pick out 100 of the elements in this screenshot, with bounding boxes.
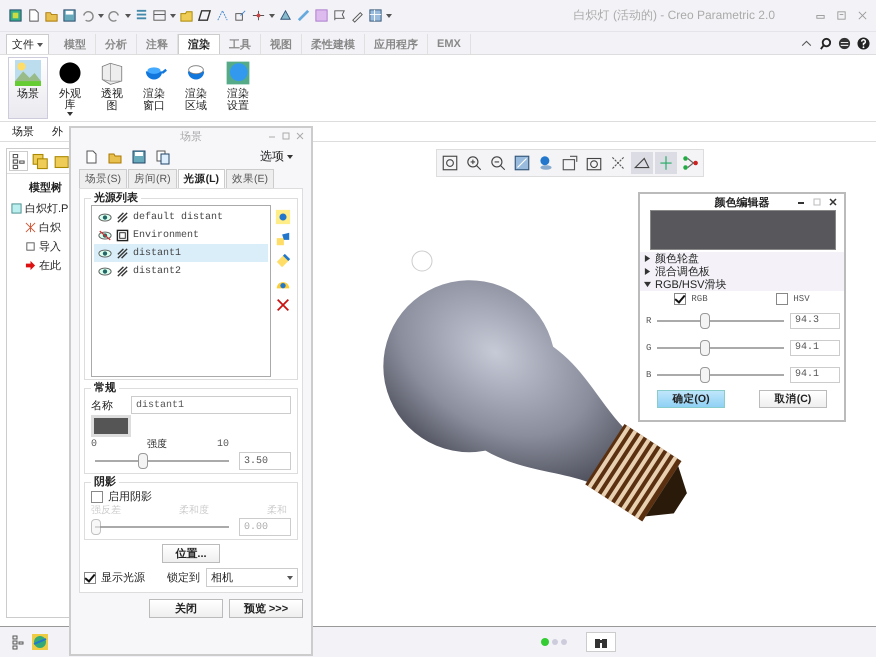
flag-icon[interactable]	[332, 8, 347, 23]
ribbon-button[interactable]: 渲染 设置	[218, 57, 258, 119]
help-icon[interactable]	[857, 36, 870, 50]
channel-slider[interactable]	[657, 366, 784, 382]
dialog-tab[interactable]: 光源(L)	[178, 169, 225, 188]
channel-slider[interactable]	[657, 312, 784, 328]
save-icon[interactable]	[131, 148, 147, 164]
caret-icon	[37, 42, 43, 46]
group-title: 常规	[93, 382, 117, 395]
eye-icon[interactable]	[98, 266, 112, 276]
window-icon[interactable]	[152, 8, 167, 23]
filled-circle-icon	[57, 60, 83, 86]
slider-thumb[interactable]	[700, 340, 710, 356]
ribbon-button[interactable]: 场景	[8, 57, 48, 119]
slider-thumb[interactable]	[700, 312, 710, 328]
caret-icon[interactable]	[386, 14, 392, 18]
group-label: 场景	[12, 125, 34, 139]
circle-handle	[411, 250, 433, 272]
parallel-rays-icon	[116, 210, 129, 224]
binoculars-icon[interactable]	[586, 632, 616, 652]
caret-icon	[287, 576, 293, 580]
copy-icon[interactable]	[155, 148, 171, 164]
dialog-tab[interactable]: 房间(R)	[128, 169, 177, 188]
options-menu[interactable]: 选项	[254, 147, 299, 166]
delete-icon[interactable]	[275, 297, 291, 313]
eye-icon[interactable]	[98, 248, 112, 258]
mode-checkbox[interactable]: RGB	[674, 293, 708, 305]
square-icon[interactable]	[314, 8, 329, 23]
ribbon-button[interactable]: 渲染 区域	[176, 57, 216, 119]
caret-icon[interactable]	[98, 14, 104, 18]
color-swatch[interactable]	[91, 415, 131, 437]
caret-icon[interactable]	[125, 14, 131, 18]
ribbon-button[interactable]: 外观 库	[50, 57, 90, 119]
intensity-slider[interactable]	[95, 453, 229, 469]
arrow-icon	[25, 260, 36, 271]
dialog-tab[interactable]: 效果(E)	[226, 169, 274, 188]
dialog-title: 场景	[180, 130, 202, 144]
box-icon	[25, 241, 36, 252]
dialog-button[interactable]: 确定(O)	[657, 390, 725, 408]
tree-icon[interactable]	[10, 152, 28, 170]
redo-icon[interactable]	[107, 8, 122, 23]
landscape-icon	[15, 60, 41, 86]
table-icon[interactable]	[368, 8, 383, 23]
channel-label: B	[646, 370, 652, 380]
ribbon-button[interactable]: 渲染 窗口	[134, 57, 174, 119]
tree-icon[interactable]	[10, 634, 26, 650]
status-lights-icon	[540, 637, 570, 647]
app-icon[interactable]	[8, 8, 23, 23]
section-header[interactable]: RGB/HSV滑块	[640, 278, 844, 291]
light-item[interactable]: Environment	[94, 226, 268, 244]
hidden-eye-icon[interactable]	[98, 230, 112, 240]
group-label: 外	[52, 125, 63, 139]
caret-icon[interactable]	[269, 14, 275, 18]
save-icon[interactable]	[62, 8, 77, 23]
dialog-button[interactable]: 关闭	[149, 599, 223, 618]
light-item[interactable]: distant2	[94, 262, 268, 280]
field-label: 名称	[91, 398, 113, 412]
caret-icon[interactable]	[67, 112, 73, 116]
search-icon[interactable]	[819, 36, 832, 50]
caret-icon[interactable]	[170, 14, 176, 18]
restore-icon[interactable]	[836, 10, 847, 21]
section-header[interactable]: 颜色轮盘	[640, 252, 844, 265]
section-header[interactable]: 混合调色板	[640, 265, 844, 278]
tree-item[interactable]: 在此	[39, 258, 61, 273]
tree-item[interactable]: 导入	[39, 239, 61, 254]
channel-field[interactable]: 94.1	[790, 340, 840, 356]
plane-icon[interactable]	[197, 8, 212, 23]
channel-field[interactable]: 94.1	[790, 366, 840, 382]
tree-heading: 模型树	[28, 180, 63, 196]
layers-icon[interactable]	[31, 152, 49, 170]
parallel-rays-icon	[116, 246, 129, 260]
tree-item[interactable]: 白炽	[39, 220, 61, 235]
window-title: 白炽灯 (活动的) - Creo Parametric 2.0	[574, 7, 775, 24]
show-lights-checkbox[interactable]: 显示光源	[84, 570, 145, 585]
eye-icon[interactable]	[98, 212, 112, 222]
slider-thumb[interactable]	[700, 366, 710, 382]
light-item[interactable]: default distant	[94, 208, 268, 226]
mode-checkbox[interactable]: HSV	[776, 293, 810, 305]
channel-slider[interactable]	[657, 340, 784, 356]
dialog-button[interactable]: 预览 >>>	[229, 599, 303, 618]
group-title: 阴影	[93, 476, 117, 489]
file-menu[interactable]: 文件	[6, 34, 49, 54]
name-field[interactable]: distant1	[131, 396, 291, 414]
tree-item[interactable]: 白炽灯.P	[25, 201, 68, 216]
square-icon	[116, 228, 129, 242]
close-icon[interactable]	[828, 197, 838, 207]
parallel-rays-icon	[116, 264, 129, 278]
dialog-tab[interactable]: 场景(S)	[79, 169, 127, 188]
ribbon-button[interactable]: 透视 图	[92, 57, 132, 119]
dialog-button[interactable]: 取消(C)	[759, 390, 827, 408]
light-item[interactable]: distant1	[94, 244, 268, 262]
position-button[interactable]: 位置...	[162, 544, 220, 563]
slider-thumb[interactable]	[138, 453, 148, 469]
field-label: 锁定到	[167, 570, 200, 585]
channel-field[interactable]: 94.3	[790, 312, 840, 328]
open-box-icon	[99, 60, 125, 86]
intensity-field[interactable]: 3.50	[239, 452, 291, 470]
group-title: 光源列表	[92, 192, 139, 205]
lock-dropdown[interactable]: 相机	[206, 568, 298, 587]
ribbon-tab[interactable]: 渲染	[178, 34, 220, 54]
